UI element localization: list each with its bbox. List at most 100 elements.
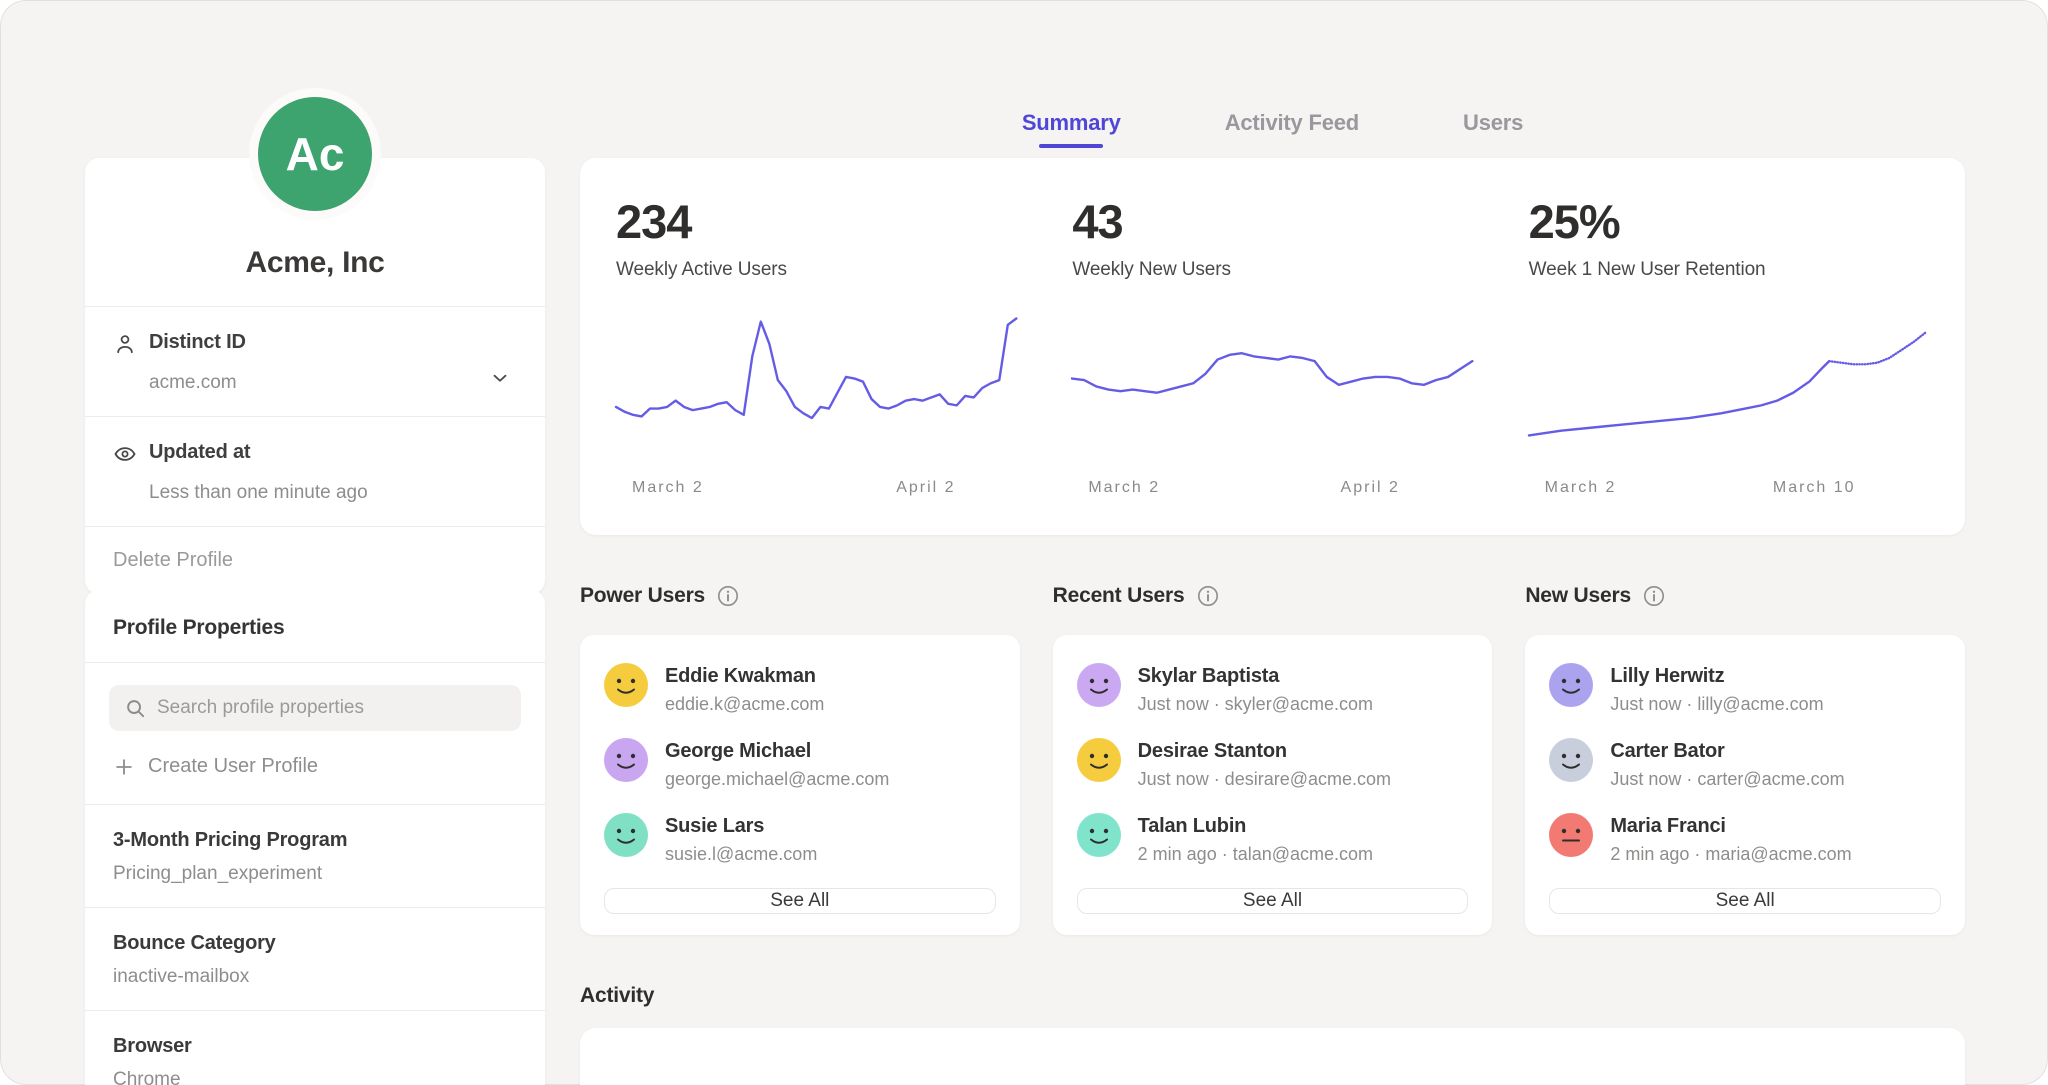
tab-summary[interactable]: Summary — [1022, 110, 1121, 148]
property-row[interactable]: Bounce Category inactive-mailbox — [85, 907, 545, 1010]
doodle-face-icon — [1549, 738, 1593, 782]
user-list-item[interactable]: Lilly Herwitz Just now · lilly@acme.com — [1549, 663, 1941, 715]
user-avatar — [1077, 663, 1121, 707]
plus-icon — [113, 756, 135, 778]
stat-value: 234 — [616, 194, 1016, 249]
see-all-button[interactable]: See All — [1549, 888, 1941, 914]
user-list-item[interactable]: Desirae Stanton Just now · desirare@acme… — [1077, 738, 1469, 790]
field-value: Less than one minute ago — [149, 482, 489, 504]
x-axis: March 2 March 10 — [1529, 479, 1929, 503]
user-list-item[interactable]: Maria Franci 2 min ago · maria@acme.com — [1549, 813, 1941, 865]
field-value: acme.com — [149, 372, 489, 394]
create-user-profile-button[interactable]: Create User Profile — [85, 731, 545, 804]
screen: Ac Acme, Inc Distinct ID acme.com Update… — [0, 0, 2048, 1085]
property-name: 3-Month Pricing Program — [113, 829, 517, 852]
axis-tick-left: March 2 — [1545, 479, 1617, 497]
activity-card: 234 240 3.4k — [580, 1028, 1965, 1085]
tab-label: Summary — [1022, 110, 1121, 135]
doodle-face-icon — [1077, 738, 1121, 782]
property-row[interactable]: 3-Month Pricing Program Pricing_plan_exp… — [85, 804, 545, 907]
user-subtext: eddie.k@acme.com — [665, 694, 824, 715]
info-icon[interactable] — [717, 585, 739, 607]
tab-label: Activity Feed — [1225, 110, 1359, 135]
user-avatar — [1077, 813, 1121, 857]
search-icon — [124, 697, 147, 725]
tab-activity-feed[interactable]: Activity Feed — [1225, 110, 1359, 148]
profile-properties-card: Profile Properties Create User Profile 3… — [85, 590, 545, 1085]
stat-label: Week 1 New User Retention — [1529, 259, 1929, 281]
user-sections: Power Users Eddie Kwakman eddie.k@acme.c… — [580, 583, 1965, 935]
user-avatar — [604, 663, 648, 707]
profile-card: Ac Acme, Inc Distinct ID acme.com Update… — [85, 158, 545, 594]
user-list-item[interactable]: Talan Lubin 2 min ago · talan@acme.com — [1077, 813, 1469, 865]
active-tab-underline — [1039, 144, 1103, 148]
x-axis: March 2 April 2 — [616, 479, 1016, 503]
property-name: Bounce Category — [113, 932, 517, 955]
property-value: inactive-mailbox — [113, 966, 517, 988]
user-avatar — [604, 738, 648, 782]
stat-value: 43 — [1072, 194, 1472, 249]
stat-weekly-active-users: 234 Weekly Active Users March 2 April 2 — [616, 194, 1016, 503]
doodle-face-icon — [1549, 663, 1593, 707]
tab-label: Users — [1463, 110, 1523, 135]
doodle-face-icon — [604, 738, 648, 782]
user-name: Susie Lars — [665, 813, 817, 838]
search-wrap — [109, 685, 521, 731]
user-list-item[interactable]: Susie Lars susie.l@acme.com — [604, 813, 996, 865]
user-name: Talan Lubin — [1138, 813, 1373, 838]
doodle-face-icon — [1549, 813, 1593, 857]
chevron-down-icon[interactable] — [489, 367, 517, 394]
tab-bar: Summary Activity Feed Users — [580, 110, 1965, 148]
activity-stat-value: 234 — [616, 1076, 1016, 1085]
doodle-face-icon — [1077, 813, 1121, 857]
user-list-item[interactable]: Skylar Baptista Just now · skyler@acme.c… — [1077, 663, 1469, 715]
info-icon[interactable] — [1643, 585, 1665, 607]
see-all-button[interactable]: See All — [604, 888, 996, 914]
x-axis: March 2 April 2 — [1072, 479, 1472, 503]
weekly-new-users-sparkline — [1072, 309, 1472, 467]
user-name: Carter Bator — [1610, 738, 1844, 763]
property-row[interactable]: Browser Chrome — [85, 1010, 545, 1085]
info-icon[interactable] — [1197, 585, 1219, 607]
user-name: George Michael — [665, 738, 889, 763]
stat-week1-retention: 25% Week 1 New User Retention March 2 Ma… — [1529, 194, 1929, 503]
new-users-card: Lilly Herwitz Just now · lilly@acme.com … — [1525, 635, 1965, 935]
profile-properties-title: Profile Properties — [85, 590, 545, 663]
field-label: Distinct ID — [149, 331, 489, 361]
user-avatar — [1549, 738, 1593, 782]
axis-tick-right: April 2 — [896, 479, 955, 497]
stat-label: Weekly Active Users — [616, 259, 1016, 281]
section-new-users: New Users Lilly Herwitz Just now · lilly… — [1525, 583, 1965, 935]
section-title: New Users — [1525, 584, 1631, 608]
user-name: Lilly Herwitz — [1610, 663, 1823, 688]
avatar: Ac — [249, 88, 381, 220]
user-name: Maria Franci — [1610, 813, 1851, 838]
distinct-id-row: Distinct ID acme.com — [85, 306, 545, 416]
search-profile-properties-input[interactable] — [109, 685, 521, 731]
user-subtext: susie.l@acme.com — [665, 844, 817, 865]
user-name: Skylar Baptista — [1138, 663, 1373, 688]
section-recent-users: Recent Users Skylar Baptista Just now · … — [1053, 583, 1493, 935]
property-value: Pricing_plan_experiment — [113, 863, 517, 885]
user-list-item[interactable]: Eddie Kwakman eddie.k@acme.com — [604, 663, 996, 715]
delete-profile-button[interactable]: Delete Profile — [85, 526, 545, 594]
see-all-button[interactable]: See All — [1077, 888, 1469, 914]
retention-sparkline — [1529, 309, 1929, 467]
activity-title: Activity — [580, 984, 654, 1008]
user-list-item[interactable]: George Michael george.michael@acme.com — [604, 738, 996, 790]
section-title: Recent Users — [1053, 584, 1185, 608]
user-list-item[interactable]: Carter Bator Just now · carter@acme.com — [1549, 738, 1941, 790]
tab-users[interactable]: Users — [1463, 110, 1523, 148]
stat-label: Weekly New Users — [1072, 259, 1472, 281]
user-avatar — [604, 813, 648, 857]
user-subtext: 2 min ago · talan@acme.com — [1138, 844, 1373, 865]
axis-tick-left: March 2 — [632, 479, 704, 497]
user-subtext: Just now · lilly@acme.com — [1610, 694, 1823, 715]
axis-tick-right: April 2 — [1341, 479, 1400, 497]
axis-tick-left: March 2 — [1088, 479, 1160, 497]
activity-stat-value: 240 — [1072, 1076, 1472, 1085]
user-avatar — [1549, 813, 1593, 857]
user-avatar — [1077, 738, 1121, 782]
section-power-users: Power Users Eddie Kwakman eddie.k@acme.c… — [580, 583, 1020, 935]
activity-stat-value: 3.4k — [1529, 1076, 1929, 1085]
